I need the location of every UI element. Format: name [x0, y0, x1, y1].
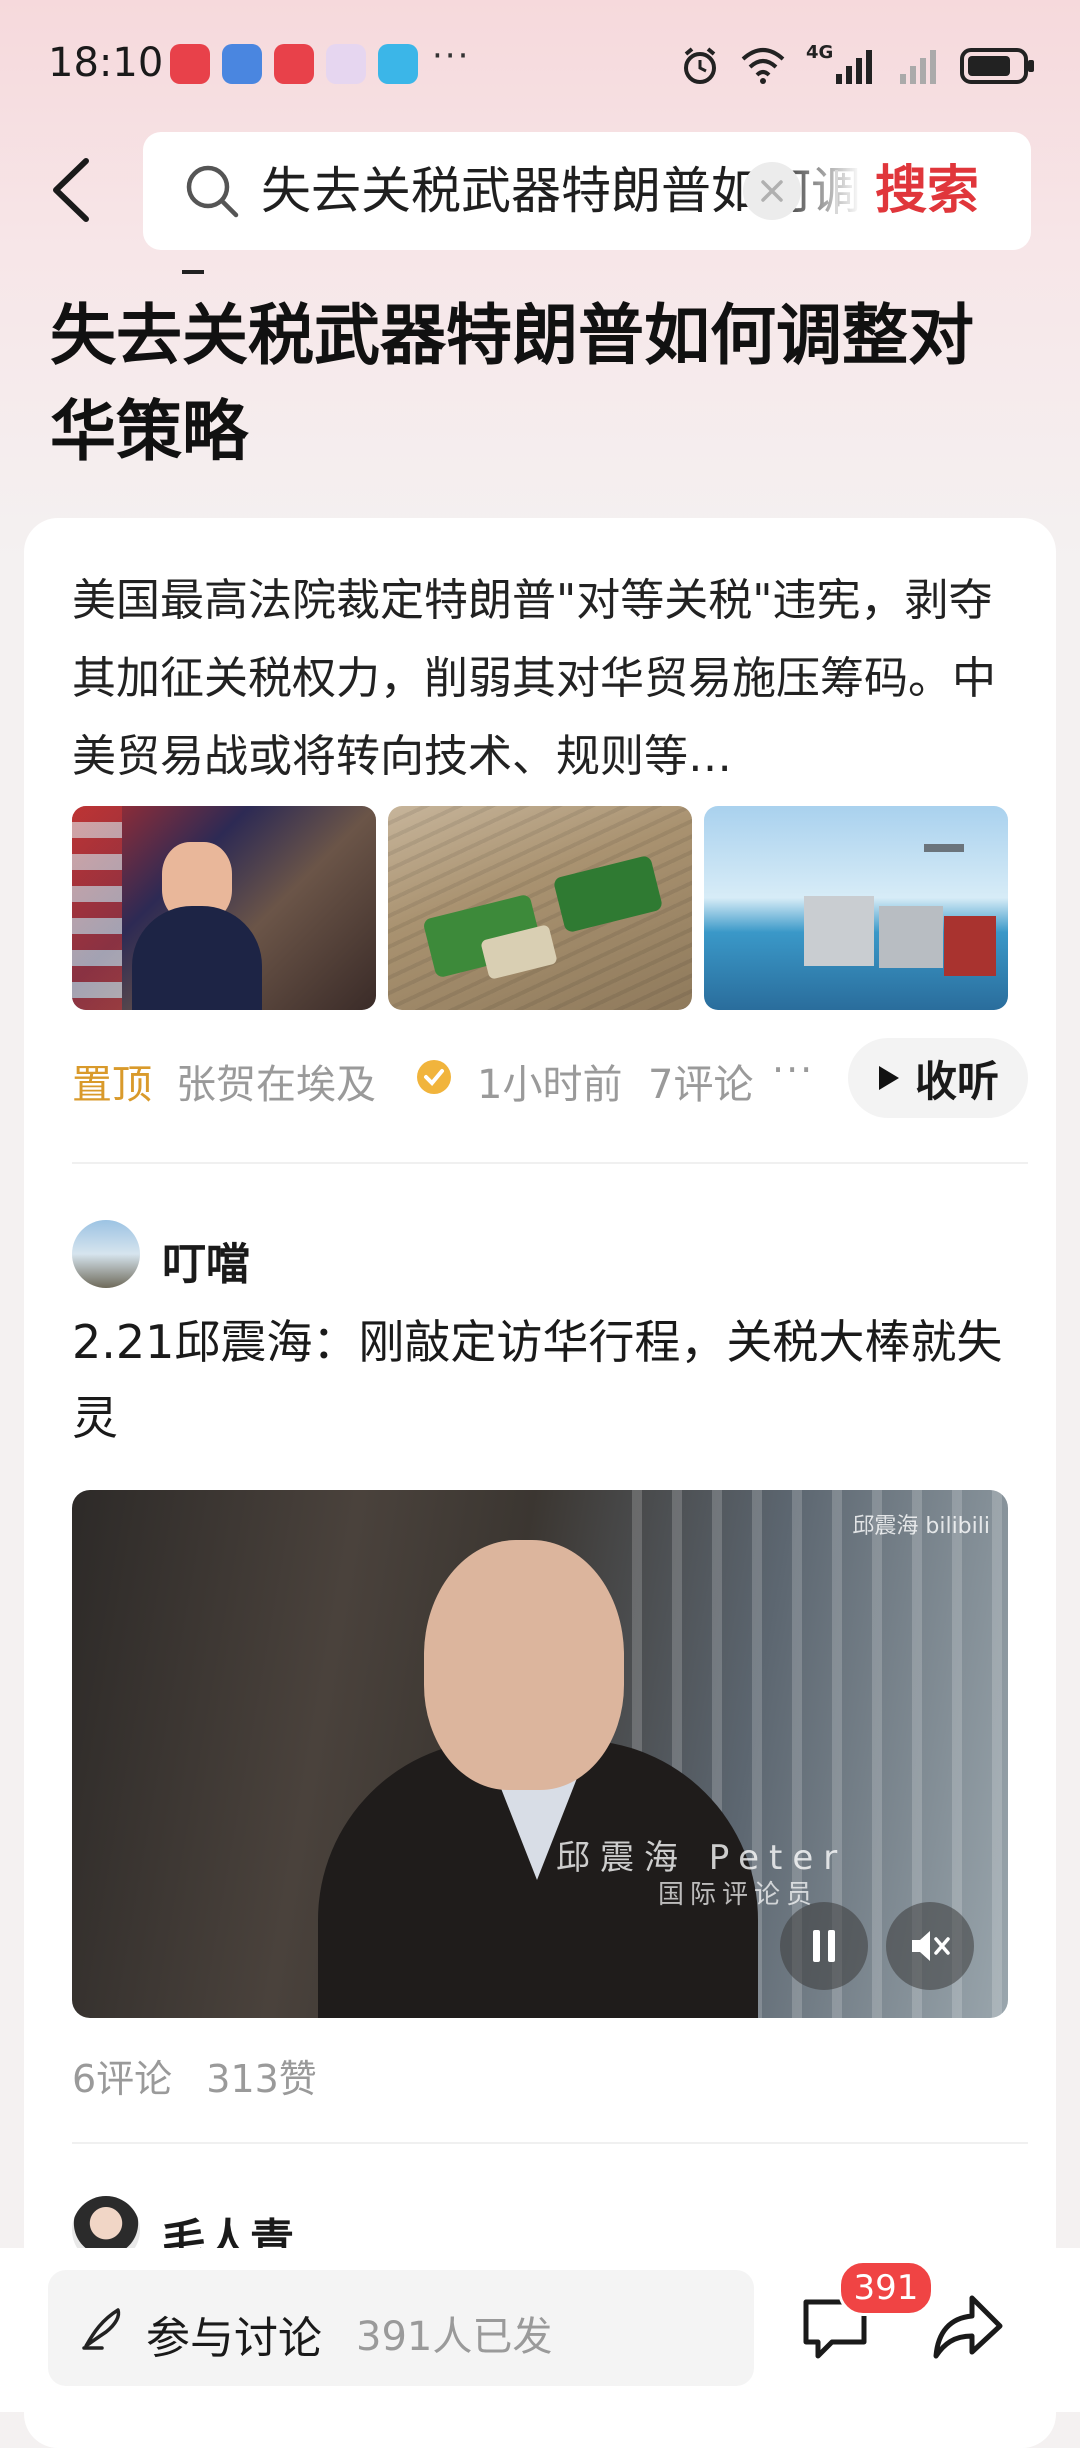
summary-image[interactable] — [72, 806, 376, 1010]
listen-label: 收听 — [914, 1056, 999, 1106]
listen-button[interactable]: 收听 — [848, 1038, 1028, 1118]
summary-images — [72, 806, 1008, 1010]
post-title[interactable]: 2.21邱震海：刚敲定访华行程，关税大棒就失灵 — [72, 1304, 1022, 1456]
mute-icon — [912, 1931, 950, 1961]
search-icon — [186, 165, 239, 218]
summary-meta: 置顶 张贺在埃及 1小时前 7评论 ··· 收听 — [72, 1038, 1028, 1118]
play-icon — [878, 1066, 899, 1090]
app-notification-icon — [222, 44, 262, 84]
divider — [72, 1162, 1028, 1164]
username[interactable]: 叮噹 — [162, 1228, 250, 1292]
pause-button[interactable] — [780, 1902, 868, 1990]
more-notifications-icon: ··· — [432, 36, 471, 76]
author-name[interactable]: 张贺在埃及 — [176, 1052, 376, 1110]
pen-icon — [82, 2308, 121, 2350]
search-button[interactable]: 搜索 — [875, 156, 979, 226]
discuss-label: 参与讨论 — [146, 2313, 322, 2364]
chevron-left-icon — [53, 158, 89, 222]
status-bar: 18:10 ··· 4G — [0, 0, 1080, 135]
topic-summary[interactable]: 美国最高法院裁定特朗普"对等关税"违宪，剥夺其加征关税权力，削弱其对华贸易施压筹… — [72, 562, 1012, 796]
avatar[interactable] — [72, 1220, 140, 1288]
video-player[interactable]: 邱震海 bilibili 邱震海 Peter 国际评论员 — [72, 1490, 1008, 2018]
signal-2-icon — [900, 50, 936, 84]
post-time: 1小时前 — [477, 1062, 623, 1108]
divider — [72, 2142, 1028, 2144]
mute-button[interactable] — [886, 1902, 974, 1990]
battery-icon — [960, 48, 1034, 84]
post-comment-count[interactable]: 6评论 — [72, 2057, 172, 2101]
comment-count[interactable]: 7评论 — [648, 1052, 753, 1110]
clear-search-button[interactable] — [743, 162, 801, 220]
video-watermark: 邱震海 bilibili — [852, 1514, 990, 1539]
search-bar[interactable]: 失去关税武器特朗普如何调整对华策略 搜索 — [143, 132, 1031, 250]
verified-icon — [417, 1060, 451, 1094]
more-options-button[interactable]: ··· — [772, 1048, 814, 1092]
title-decoration — [182, 270, 204, 274]
video-caption-name: 邱震海 Peter — [556, 1838, 848, 1878]
post-stats: 6评论 313赞 — [72, 2048, 339, 2103]
close-icon — [761, 180, 783, 202]
video-subject-head — [424, 1540, 624, 1790]
post-like-count[interactable]: 313赞 — [206, 2057, 317, 2101]
share-icon[interactable] — [928, 2288, 1008, 2368]
video-caption-role: 国际评论员 — [658, 1880, 819, 1910]
discuss-count: 391人已发 — [356, 2314, 553, 2360]
summary-image[interactable] — [388, 806, 692, 1010]
pinned-tag: 置顶 — [72, 1062, 152, 1108]
status-time: 18:10 — [48, 40, 164, 86]
app-notification-icon — [326, 44, 366, 84]
app-notification-icon — [274, 44, 314, 84]
summary-image[interactable] — [704, 806, 1008, 1010]
search-divider — [835, 170, 838, 214]
comment-badge: 391 — [838, 2260, 934, 2316]
back-button[interactable] — [40, 150, 100, 230]
alarm-icon — [684, 47, 716, 84]
join-discussion-input[interactable]: 参与讨论 391人已发 — [48, 2270, 754, 2386]
topic-feed-card: 美国最高法院裁定特朗普"对等关税"违宪，剥夺其加征关税权力，削弱其对华贸易施压筹… — [24, 518, 1056, 2448]
post-author[interactable]: 叮噹 — [72, 1220, 672, 1290]
wifi-icon — [741, 48, 785, 84]
page-title: 失去关税武器特朗普如何调整对华策略 — [50, 297, 974, 470]
pause-icon — [813, 1930, 835, 1962]
bottom-action-bar: 参与讨论 391人已发 391 — [0, 2248, 1080, 2412]
app-notification-icon — [170, 44, 210, 84]
signal-icon: 4G — [806, 42, 876, 86]
app-notification-icon — [378, 44, 418, 84]
